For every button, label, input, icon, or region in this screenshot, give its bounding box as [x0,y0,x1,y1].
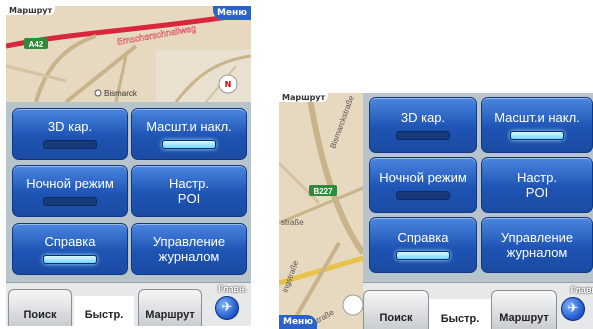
tile-label: Ночной режим [379,170,467,185]
tile-help[interactable]: Справка [12,223,128,275]
road-id-label: B227 [313,187,333,196]
tile-zoom-tilt[interactable]: Масшт.и накл. [131,108,247,160]
tile-label: Настр. POI [169,176,209,206]
toggle-indicator-on [510,131,564,140]
tab-route[interactable]: Маршрут [138,289,202,326]
tab-search[interactable]: Поиск [8,289,72,326]
quick-menu-screen-portrait: A42 Emscherschnellweg Bismarck N Маршрут… [6,6,251,326]
quick-menu-grid: 3D кар. Масшт.и накл. Ночной режим Настр… [363,93,593,283]
tab-quick[interactable]: Быстр. [429,299,491,329]
tile-label: Управление журналом [500,230,574,260]
route-label: Маршрут [279,93,329,102]
tab-search[interactable]: Поиск [363,290,429,329]
tile-label: Масшт.и накл. [494,110,580,125]
tile-3d-map[interactable]: 3D кар. [369,97,477,153]
tile-label: Ночной режим [26,176,114,191]
route-label: Маршрут [6,6,56,15]
tile-3d-map[interactable]: 3D кар. [12,108,128,160]
tile-label: Управление журналом [152,234,226,264]
place-label: Bismarck [104,89,138,98]
bottom-tab-bar: Поиск Быстр. Маршрут Главн. ✈ [6,282,251,326]
home-button[interactable]: Главн. ✈ [203,284,247,324]
tab-quick[interactable]: Быстр. [74,296,134,326]
menu-button[interactable]: Меню [212,6,251,20]
menu-button[interactable]: Меню [279,315,318,329]
globe-icon: ✈ [215,296,239,320]
tile-poi-settings[interactable]: Настр. POI [131,165,247,217]
home-caption: Главн [570,285,593,295]
toggle-indicator-off [43,140,97,149]
tile-label: Справка [397,230,449,245]
map-view[interactable]: A42 Emscherschnellweg Bismarck N Маршрут… [6,6,251,102]
tile-help[interactable]: Справка [369,217,477,273]
tile-label: Справка [44,234,96,249]
home-button[interactable]: Главн ✈ [557,285,593,327]
tile-night-mode[interactable]: Ночной режим [12,165,128,217]
road-id-label: A42 [29,40,44,49]
toggle-indicator-on [396,251,450,260]
tile-zoom-tilt[interactable]: Масшт.и накл. [481,97,593,153]
tile-log-management[interactable]: Управление журналом [131,223,247,275]
toggle-indicator-off [396,131,450,140]
tile-label: 3D кар. [47,119,93,134]
tile-poi-settings[interactable]: Настр. POI [481,157,593,213]
quick-menu-grid: 3D кар. Масшт.и накл. Ночной режим Настр… [6,102,251,283]
compass-icon: N [225,80,232,89]
bottom-tab-bar: Поиск Быстр. Маршрут Главн ✈ [363,282,593,329]
toggle-indicator-off [396,191,450,200]
map-view[interactable]: B227 Bismarckstraße straße ingstraße str… [279,93,363,329]
street-label: straße [281,218,304,227]
tile-night-mode[interactable]: Ночной режим [369,157,477,213]
globe-icon: ✈ [561,297,585,321]
tile-label: Масшт.и накл. [146,119,232,134]
tile-label: Настр. POI [517,170,557,200]
toggle-indicator-on [162,140,216,149]
toggle-indicator-off [43,197,97,206]
tile-log-management[interactable]: Управление журналом [481,217,593,273]
toggle-indicator-on [43,255,97,264]
home-caption: Главн. [218,284,247,294]
quick-menu-screen-landscape: B227 Bismarckstraße straße ingstraße str… [279,93,593,329]
tab-route[interactable]: Маршрут [491,290,557,329]
tile-label: 3D кар. [400,110,446,125]
